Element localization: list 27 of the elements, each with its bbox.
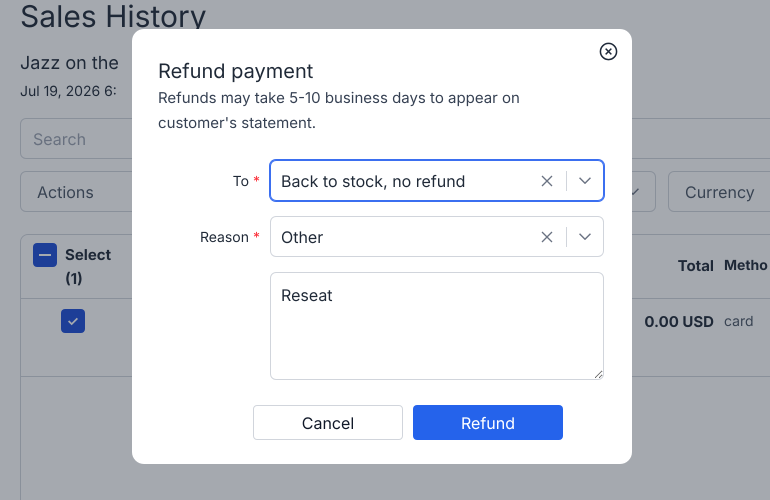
date-text: Jul 19, 2026 6: bbox=[20, 82, 117, 102]
select-field[interactable]: Other bbox=[270, 216, 604, 257]
required-mark: * bbox=[252, 172, 260, 192]
table-cell-text: 0.00 USD bbox=[643, 311, 714, 333]
table-cell-text: card bbox=[724, 312, 755, 332]
close-icon bbox=[598, 42, 618, 60]
checkbox[interactable] bbox=[61, 309, 85, 333]
dialog-title: Refund payment bbox=[158, 58, 314, 85]
required-mark: * bbox=[252, 228, 260, 248]
column-header: Total bbox=[676, 255, 714, 277]
field-label: Reason bbox=[200, 228, 249, 248]
refund-button[interactable]: Refund bbox=[413, 405, 563, 440]
column-header: Metho bbox=[724, 256, 769, 276]
dialog-description: Refunds may take 5-10 business days to appear on customer's statement. bbox=[158, 87, 521, 134]
checkbox[interactable] bbox=[33, 243, 57, 267]
select-field[interactable]: Back to stock, no refund bbox=[270, 160, 604, 201]
column-header: Select (1) bbox=[65, 244, 112, 290]
cancel-button[interactable]: Cancel bbox=[253, 405, 403, 440]
chevron-down-icon bbox=[579, 177, 591, 184]
clear-icon[interactable] bbox=[540, 230, 554, 244]
field-label: To bbox=[232, 172, 249, 192]
filter-select[interactable]: Currency bbox=[668, 171, 770, 212]
page-title: Sales History bbox=[20, 0, 207, 32]
page-subtitle: Jazz on the bbox=[20, 52, 119, 76]
chevron-down-icon bbox=[579, 233, 591, 240]
reason-text-field[interactable]: Reseat bbox=[270, 272, 604, 380]
clear-icon[interactable] bbox=[540, 174, 554, 188]
